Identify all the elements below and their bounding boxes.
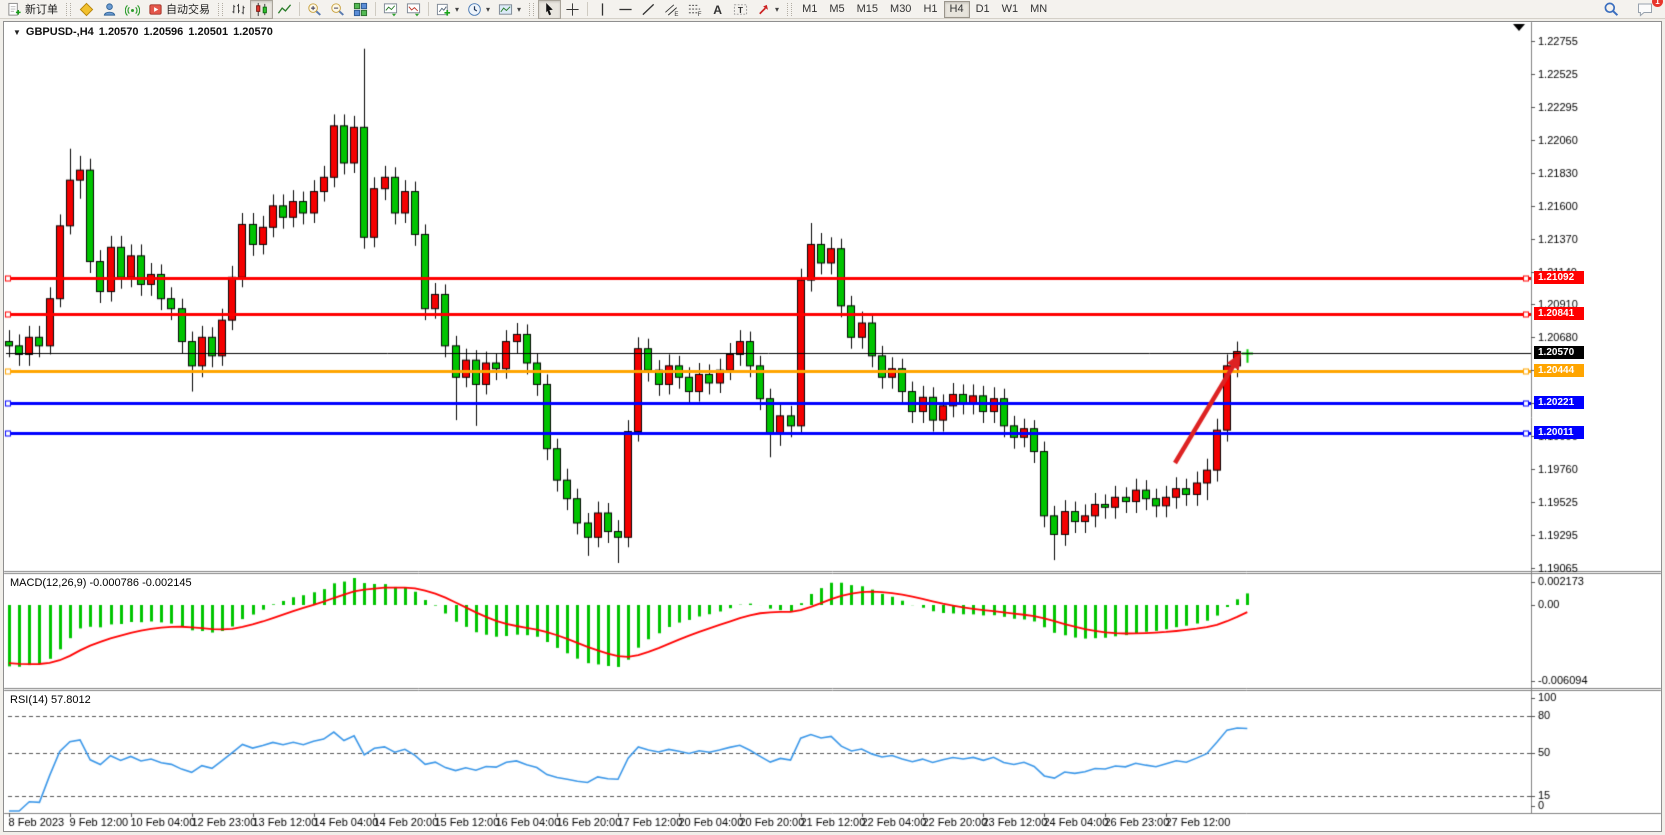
price-level-label-support-line: 1.20221 bbox=[1534, 396, 1584, 409]
price-level-label-resistance-line: 1.21092 bbox=[1534, 271, 1584, 284]
chart-title: ▼ GBPUSD-,H4 1.20570 1.20596 1.20501 1.2057… bbox=[13, 26, 273, 38]
rsi-indicator-label: RSI(14) 57.8012 bbox=[10, 694, 91, 706]
ohlc-high: 1.20596 bbox=[144, 26, 184, 38]
collapse-triangle-icon: ▼ bbox=[13, 28, 21, 37]
macd-indicator-label: MACD(12,26,9) -0.000786 -0.002145 bbox=[10, 577, 192, 589]
ohlc-close: 1.20570 bbox=[233, 26, 273, 38]
chart-canvas[interactable] bbox=[0, 0, 1665, 835]
chart-symbol: GBPUSD-,H4 bbox=[26, 26, 94, 38]
price-level-label-resistance-line: 1.20841 bbox=[1534, 307, 1584, 320]
ohlc-low: 1.20501 bbox=[188, 26, 228, 38]
ohlc-open: 1.20570 bbox=[99, 26, 139, 38]
price-level-label-pivot-line: 1.20444 bbox=[1534, 364, 1584, 377]
price-level-label-current-price-line: 1.20570 bbox=[1534, 346, 1584, 359]
price-level-label-support-line: 1.20011 bbox=[1534, 426, 1584, 439]
